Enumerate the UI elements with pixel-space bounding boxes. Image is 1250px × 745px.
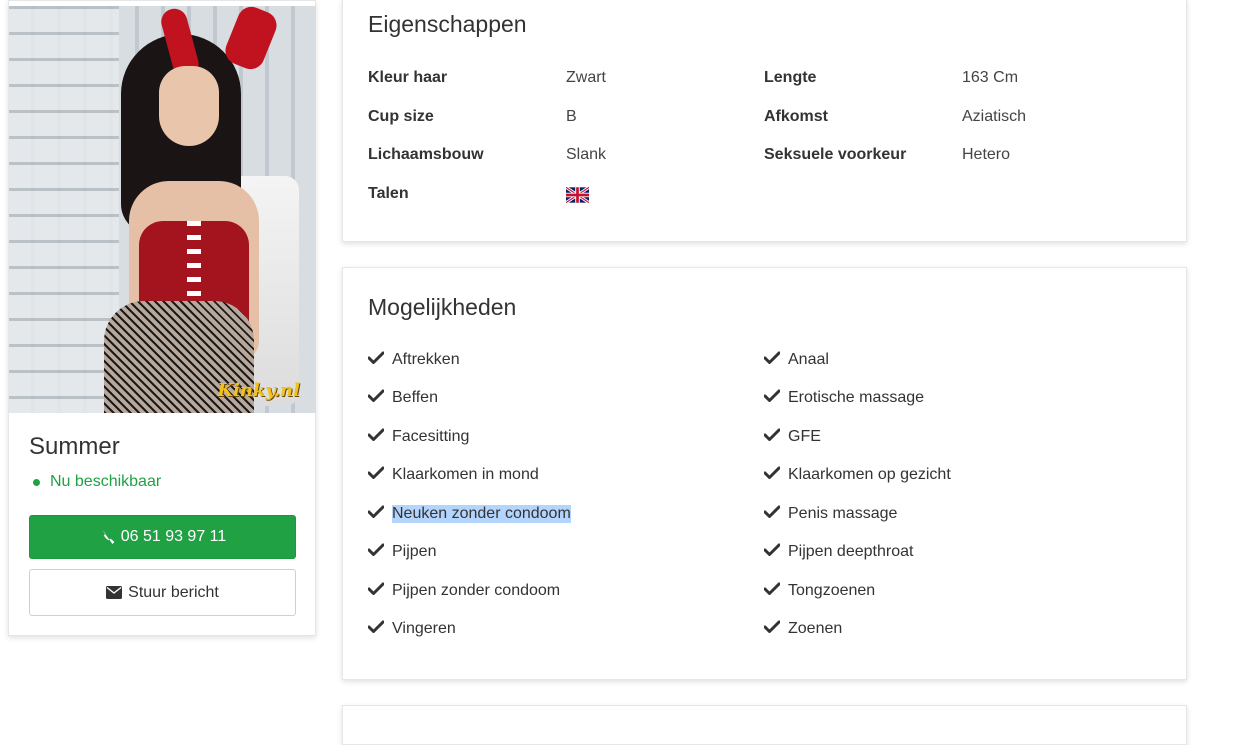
option-label: Zoenen: [788, 620, 843, 637]
option-item: Zoenen: [763, 620, 843, 638]
check-icon: [367, 351, 385, 369]
option-item: GFE: [763, 428, 821, 446]
check-icon: [367, 428, 385, 446]
check-icon: [367, 582, 385, 600]
property-value: Hetero: [962, 146, 1011, 163]
option-item: Penis massage: [763, 505, 898, 523]
option-label: Pijpen zonder condoom: [392, 582, 561, 599]
option-item: Pijpen deepthroat: [763, 543, 914, 561]
option-item: Anaal: [763, 351, 829, 369]
property-value: Slank: [566, 146, 607, 163]
profile-photo[interactable]: Kinky.nl: [9, 6, 316, 413]
call-button-label: 06 51 93 97 11: [120, 528, 227, 545]
option-item: Aftrekken: [367, 351, 460, 369]
options-title: Mogelijkheden: [368, 294, 517, 320]
option-item: Pijpen zonder condoom: [367, 582, 561, 600]
property-row: Kleur haar Zwart Lengte 163 Cm: [368, 69, 1168, 91]
check-icon: [763, 389, 781, 407]
option-item: Tongzoenen: [763, 582, 876, 600]
check-icon: [763, 543, 781, 561]
option-item: Erotische massage: [763, 389, 925, 407]
option-label: Aftrekken: [392, 351, 460, 368]
property-row: Talen: [368, 185, 1168, 207]
option-label: Erotische massage: [788, 389, 925, 406]
uk-flag-icon: [565, 186, 590, 204]
option-item: Beffen: [367, 389, 438, 407]
check-icon: [763, 582, 781, 600]
property-label: Talen: [368, 185, 409, 202]
status-dot-icon: [33, 478, 40, 486]
property-row: Cup size B Afkomst Aziatisch: [368, 108, 1168, 130]
option-label: Penis massage: [788, 505, 898, 522]
envelope-icon: [106, 586, 123, 599]
availability-status: Nu beschikbaar: [29, 473, 161, 491]
send-message-label: Stuur bericht: [128, 583, 219, 601]
option-label: Beffen: [392, 389, 438, 406]
property-value: B: [566, 108, 577, 125]
option-label: Anaal: [788, 351, 829, 368]
property-value: Zwart: [566, 69, 606, 86]
profile-card: Kinky.nl Summer Nu beschikbaar 06 51 93 …: [8, 0, 316, 636]
check-icon: [367, 466, 385, 484]
send-message-button[interactable]: Stuur bericht: [29, 569, 296, 616]
property-label: Afkomst: [764, 108, 829, 125]
photo-watermark: Kinky.nl: [217, 380, 300, 401]
property-label: Seksuele voorkeur: [764, 146, 907, 163]
check-icon: [763, 351, 781, 369]
next-card: [342, 705, 1187, 745]
property-label: Kleur haar: [368, 69, 448, 86]
option-item: Neuken zonder condoom: [367, 505, 571, 523]
property-label: Cup size: [368, 108, 434, 125]
option-item: Vingeren: [367, 620, 456, 638]
properties-title: Eigenschappen: [368, 11, 527, 37]
option-label: Klaarkomen op gezicht: [788, 466, 951, 483]
availability-label: Nu beschikbaar: [50, 473, 162, 490]
property-row: Lichaamsbouw Slank Seksuele voorkeur Het…: [368, 146, 1168, 168]
profile-name: Summer: [29, 433, 120, 460]
check-icon: [763, 466, 781, 484]
option-label: GFE: [788, 428, 821, 445]
option-label: Pijpen: [392, 543, 437, 560]
option-label: Facesitting: [392, 428, 470, 445]
check-icon: [367, 389, 385, 407]
property-value: Aziatisch: [962, 108, 1027, 125]
check-icon: [367, 620, 385, 638]
properties-card: Eigenschappen Kleur haar Zwart Lengte 16…: [342, 0, 1187, 242]
check-icon: [763, 505, 781, 523]
option-item: Klaarkomen op gezicht: [763, 466, 951, 484]
check-icon: [763, 428, 781, 446]
options-card: Mogelijkheden Aftrekken Beffen Facesitting…: [342, 267, 1187, 680]
property-label: Lichaamsbouw: [368, 146, 484, 163]
option-label: Neuken zonder condoom: [392, 505, 571, 523]
call-button[interactable]: 06 51 93 97 11: [29, 515, 296, 559]
property-label: Lengte: [764, 69, 817, 86]
option-item: Klaarkomen in mond: [367, 466, 539, 484]
check-icon: [367, 543, 385, 561]
check-icon: [763, 620, 781, 638]
phone-icon: [99, 529, 115, 545]
option-item: Pijpen: [367, 543, 437, 561]
option-label: Tongzoenen: [788, 582, 876, 599]
option-label: Pijpen deepthroat: [788, 543, 914, 560]
option-label: Klaarkomen in mond: [392, 466, 539, 483]
check-icon: [367, 505, 385, 523]
option-item: Facesitting: [367, 428, 470, 446]
option-label: Vingeren: [392, 620, 456, 637]
property-value: 163 Cm: [962, 69, 1019, 86]
